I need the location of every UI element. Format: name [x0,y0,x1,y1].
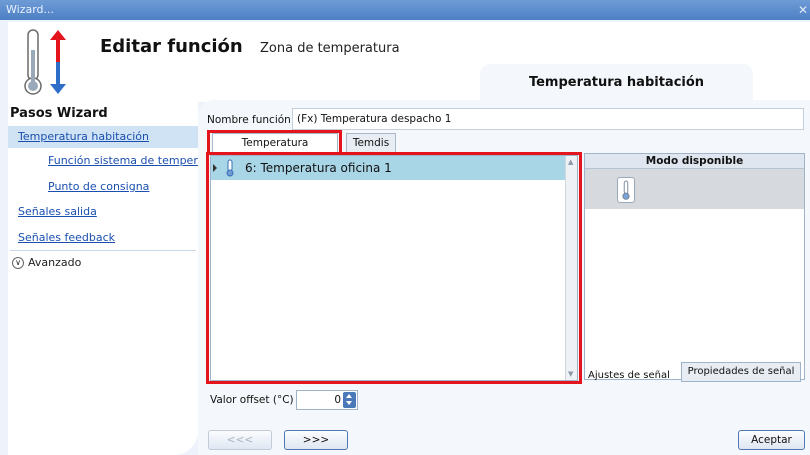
header-tab-temperatura-habitacion[interactable]: Temperatura habitación [480,64,753,102]
sidebar-divider [10,250,196,251]
mode-row[interactable] [585,169,804,209]
back-button[interactable]: <<< [208,430,272,450]
function-name-label: Nombre función: [207,114,295,126]
thermometer-icon [617,177,635,203]
close-icon[interactable]: ✕ [798,0,808,20]
window-title: Wizard... [6,3,55,16]
sidebar-item-funcion-sistema[interactable]: Función sistema de temperatura [8,150,198,172]
page-title: Editar función [100,36,243,57]
thermometer-arrows-icon [24,29,66,95]
wizard-steps-sidebar: Pasos Wizard Temperatura habitación Func… [8,102,198,455]
title-bar: Wizard... ✕ [0,0,810,20]
offset-stepper[interactable]: 0 [296,390,358,410]
header-panel: Editar función Zona de temperatura Tempe… [8,22,810,102]
signal-settings-tab[interactable]: Ajustes de señal [588,370,670,381]
mode-panel-header: Modo disponible [585,154,804,169]
function-name-input[interactable]: (Fx) Temperatura despacho 1 [292,108,804,130]
sidebar-heading: Pasos Wizard [10,106,108,121]
next-button[interactable]: >>> [284,430,348,450]
mode-panel: Modo disponible [584,153,805,380]
sidebar-item-senales-salida[interactable]: Señales salida [8,201,198,223]
wizard-window: Wizard... ✕ Editar función Zona de tempe… [0,0,810,455]
offset-label: Valor offset (°C) [210,394,294,406]
tab-highlight-box [207,130,342,153]
page-subtitle: Zona de temperatura [260,41,400,56]
tab-temdis[interactable]: Temdis [346,133,396,153]
chevron-down-icon: ∨ [12,256,24,269]
signal-properties-tab[interactable]: Propiedades de señal [681,362,801,382]
sidebar-advanced-toggle[interactable]: ∨ Avanzado [12,256,81,269]
advanced-label: Avanzado [28,256,82,269]
accept-button[interactable]: Aceptar [738,430,805,450]
sidebar-item-temperatura-habitacion[interactable]: Temperatura habitación [8,126,198,148]
sidebar-item-punto-consigna[interactable]: Punto de consigna [8,176,198,198]
main-content: Nombre función: (Fx) Temperatura despach… [198,100,810,455]
offset-value: 0 [334,394,341,406]
sidebar-item-senales-feedback[interactable]: Señales feedback [8,227,198,249]
spin-arrows-icon[interactable] [343,392,356,408]
list-highlight-box [206,152,582,384]
